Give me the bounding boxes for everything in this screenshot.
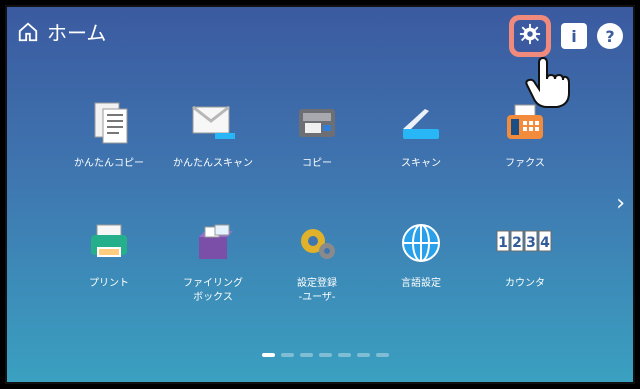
language-settings-icon xyxy=(389,217,453,269)
page-indicator xyxy=(262,353,389,357)
tile-label: コピー xyxy=(302,158,332,169)
settings-user-icon xyxy=(285,217,349,269)
tile-fax[interactable]: ファクス xyxy=(473,97,577,197)
page-title-text: ホーム xyxy=(47,21,107,45)
svg-text:1: 1 xyxy=(498,235,508,251)
tile-counter[interactable]: 1234 カウンタ xyxy=(473,217,577,317)
tile-label: 設定登録 -ユーザ- xyxy=(297,278,337,303)
top-toolbar: i ? xyxy=(509,15,623,57)
tile-label: プリント xyxy=(89,278,129,289)
tile-filing-box[interactable]: ファイリング ボックス xyxy=(161,217,265,317)
tile-label: かんたんコピー xyxy=(74,158,144,169)
easy-scan-icon xyxy=(181,97,245,149)
tile-label: かんたんスキャン xyxy=(173,158,253,169)
print-icon xyxy=(77,217,141,269)
svg-text:3: 3 xyxy=(526,235,536,251)
info-icon[interactable]: i xyxy=(561,23,587,49)
page-dot[interactable] xyxy=(376,353,389,357)
tile-easy-scan[interactable]: かんたんスキャン xyxy=(161,97,265,197)
home-screen: ホーム i ? かんたんコピー かんたんスキャン コピー スキャン ファクス プ… xyxy=(5,5,635,384)
svg-text:2: 2 xyxy=(512,235,522,251)
tile-label: ファクス xyxy=(505,158,545,169)
easy-copy-icon xyxy=(77,97,141,149)
scan-icon xyxy=(389,97,453,149)
tile-label: 言語設定 xyxy=(401,278,441,289)
page-dot[interactable] xyxy=(300,353,313,357)
svg-text:4: 4 xyxy=(540,235,550,251)
tile-settings-user[interactable]: 設定登録 -ユーザ- xyxy=(265,217,369,317)
tile-scan[interactable]: スキャン xyxy=(369,97,473,197)
home-icon xyxy=(17,21,39,43)
help-icon[interactable]: ? xyxy=(597,23,623,49)
page-dot[interactable] xyxy=(338,353,351,357)
settings-button[interactable] xyxy=(514,20,546,52)
filing-box-icon xyxy=(181,217,245,269)
page-dot[interactable] xyxy=(281,353,294,357)
tile-label: スキャン xyxy=(401,158,441,169)
tile-language-settings[interactable]: 言語設定 xyxy=(369,217,473,317)
copy-icon xyxy=(285,97,349,149)
tile-label: ファイリング ボックス xyxy=(183,278,243,303)
counter-icon: 1234 xyxy=(493,217,557,269)
page-dot[interactable] xyxy=(357,353,370,357)
gear-icon xyxy=(519,23,541,49)
tile-print[interactable]: プリント xyxy=(57,217,161,317)
page-title: ホーム xyxy=(17,17,106,46)
tile-label: カウンタ xyxy=(505,278,545,289)
tile-easy-copy[interactable]: かんたんコピー xyxy=(57,97,161,197)
next-page-arrow[interactable]: › xyxy=(616,193,625,215)
app-grid: かんたんコピー かんたんスキャン コピー スキャン ファクス プリント ファイリ… xyxy=(57,97,577,307)
fax-icon xyxy=(493,97,557,149)
page-dot[interactable] xyxy=(319,353,332,357)
tile-copy[interactable]: コピー xyxy=(265,97,369,197)
settings-button-highlight[interactable] xyxy=(509,15,551,57)
page-dot[interactable] xyxy=(262,353,275,357)
